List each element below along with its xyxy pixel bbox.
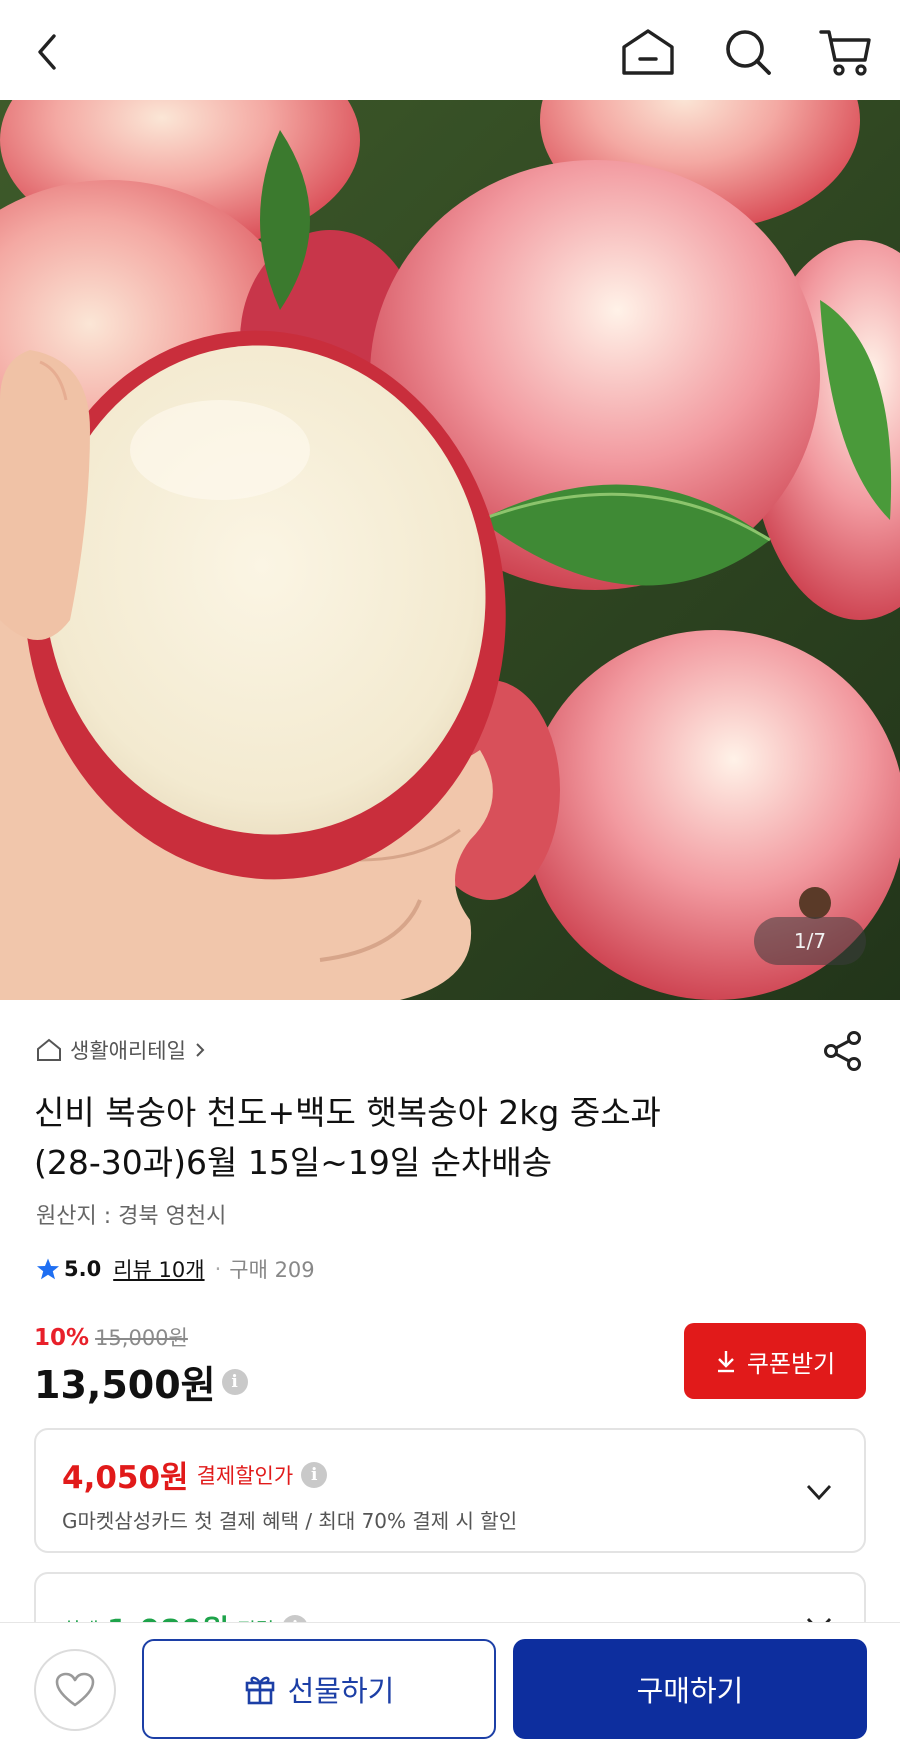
star-icon bbox=[37, 1258, 59, 1280]
home-outline-icon bbox=[37, 1038, 61, 1061]
discount-row: 10% 15,000원 bbox=[34, 1322, 188, 1352]
product-origin: 원산지 : 경북 영천시 bbox=[36, 1204, 227, 1229]
sale-price: 13,500원 bbox=[34, 1363, 216, 1407]
buy-label: 구매하기 bbox=[636, 1674, 744, 1708]
gift-button[interactable]: 선물하기 bbox=[142, 1639, 496, 1739]
product-image-carousel[interactable]: 1/7 bbox=[0, 100, 900, 1000]
price-row: 13,500원 i bbox=[34, 1354, 248, 1409]
share-button[interactable] bbox=[822, 1030, 864, 1072]
share-icon bbox=[824, 1031, 861, 1071]
cart-icon bbox=[819, 30, 871, 76]
payment-discount-description: G마켓삼성카드 첫 결제 혜택 / 최대 70% 결제 시 할인 bbox=[62, 1509, 518, 1533]
heart-icon bbox=[55, 1672, 95, 1707]
product-title-line-2: (28-30과)6월 15일~19일 순차배송 bbox=[34, 1143, 553, 1182]
discount-rate: 10% bbox=[34, 1325, 90, 1351]
chevron-down-icon[interactable] bbox=[804, 1477, 834, 1507]
purchase-count: 구매 209 bbox=[229, 1258, 315, 1282]
chevron-left-icon bbox=[38, 34, 56, 70]
original-price: 15,000원 bbox=[95, 1326, 188, 1350]
price-info-icon[interactable]: i bbox=[221, 1368, 248, 1395]
review-link[interactable]: 리뷰 10개 bbox=[113, 1254, 204, 1284]
rating-score: 5.0 bbox=[64, 1257, 102, 1281]
home-button[interactable] bbox=[618, 22, 678, 82]
product-photo-peaches bbox=[0, 100, 900, 1000]
product-title-line-1: 신비 복숭아 천도+백도 햇복숭아 2kg 중소과 bbox=[34, 1093, 661, 1132]
payment-info-icon[interactable]: i bbox=[301, 1461, 328, 1488]
cart-button[interactable] bbox=[816, 22, 876, 82]
wishlist-button[interactable] bbox=[34, 1649, 116, 1731]
payment-discount-label: 결제할인가 bbox=[196, 1463, 294, 1488]
seller-breadcrumb[interactable]: 생활애리테일 bbox=[36, 1035, 206, 1065]
buy-button[interactable]: 구매하기 bbox=[513, 1639, 867, 1739]
coupon-label: 쿠폰받기 bbox=[746, 1349, 836, 1378]
product-title: 신비 복숭아 천도+백도 햇복숭아 2kg 중소과 (28-30과)6월 15일… bbox=[34, 1088, 834, 1188]
gift-icon bbox=[245, 1676, 274, 1705]
payment-discount-amount-row: 4,050원 결제할인가 i bbox=[62, 1452, 328, 1497]
top-app-bar bbox=[0, 0, 900, 100]
chevron-right-icon bbox=[196, 1043, 205, 1057]
payment-discount-card[interactable]: 4,050원 결제할인가 i G마켓삼성카드 첫 결제 혜택 / 최대 70% … bbox=[34, 1428, 866, 1553]
image-counter: 1/7 bbox=[754, 917, 866, 965]
coupon-button[interactable]: 쿠폰받기 bbox=[684, 1323, 866, 1399]
search-button[interactable] bbox=[718, 22, 778, 82]
home-icon bbox=[622, 29, 674, 75]
search-icon bbox=[726, 30, 771, 75]
bottom-action-bar: 선물하기 구매하기 bbox=[0, 1622, 900, 1756]
rating-row: 5.0 리뷰 10개 · 구매 209 bbox=[36, 1254, 315, 1284]
back-button[interactable] bbox=[18, 22, 78, 82]
gift-label: 선물하기 bbox=[287, 1674, 395, 1708]
seller-name: 생활애리테일 bbox=[70, 1039, 186, 1063]
separator-dot: · bbox=[214, 1257, 222, 1281]
payment-discount-amount: 4,050원 bbox=[62, 1460, 189, 1496]
download-icon bbox=[717, 1351, 734, 1373]
